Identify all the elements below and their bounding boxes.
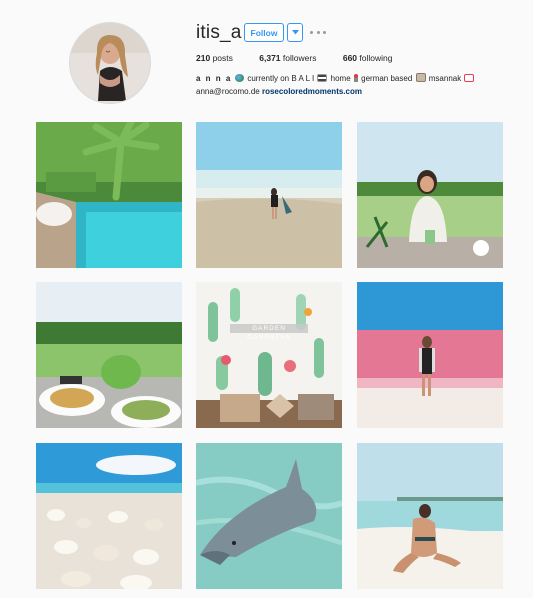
profile-full-name: a n n a bbox=[196, 74, 232, 83]
suggestions-dropdown-button[interactable] bbox=[287, 23, 303, 42]
followers-stat[interactable]: 6,371 followers bbox=[259, 53, 316, 63]
avatar-photo bbox=[70, 23, 150, 103]
post-tile-pink-lake[interactable] bbox=[357, 282, 503, 428]
flag-icon bbox=[317, 74, 328, 82]
bio-text-based: german based bbox=[361, 74, 413, 83]
post-tile-salad-coconut[interactable] bbox=[36, 282, 182, 428]
more-horizontal-icon bbox=[310, 30, 313, 34]
round-pushpin-icon bbox=[353, 74, 358, 82]
profile-stats: 210 posts 6,371 followers 660 following bbox=[196, 53, 416, 63]
post-image bbox=[196, 443, 342, 589]
post-image bbox=[357, 122, 503, 268]
post-tile-dolphin[interactable] bbox=[196, 443, 342, 589]
chevron-down-icon bbox=[291, 30, 299, 35]
profile-username: itis_a bbox=[196, 22, 242, 43]
globe-icon bbox=[235, 74, 245, 82]
id-card-icon bbox=[415, 73, 426, 82]
following-stat[interactable]: 660 following bbox=[343, 53, 393, 63]
bio-text-handle: msannak bbox=[428, 74, 462, 83]
post-image bbox=[357, 443, 503, 589]
post-image bbox=[36, 443, 182, 589]
post-tile-beach-walk[interactable] bbox=[196, 122, 342, 268]
profile-bio: a n n a currently on B A L I home german… bbox=[196, 72, 475, 98]
bio-line-1: a n n a currently on B A L I home german… bbox=[196, 72, 475, 85]
post-tile-garden-gangstas[interactable]: GARDEN GANGSTAS bbox=[196, 282, 342, 428]
bio-text-location: currently on B A L I bbox=[247, 74, 315, 83]
post-tile-shell-beach[interactable] bbox=[36, 443, 182, 589]
post-image bbox=[196, 122, 342, 268]
follow-button[interactable]: Follow bbox=[244, 23, 284, 42]
post-image bbox=[196, 282, 342, 428]
post-image bbox=[36, 282, 182, 428]
profile-website-link[interactable]: rosecoloredmoments.com bbox=[262, 87, 362, 96]
profile-avatar[interactable] bbox=[69, 22, 151, 104]
more-options-button[interactable] bbox=[310, 27, 326, 37]
post-image bbox=[36, 122, 182, 268]
posts-stat: 210 posts bbox=[196, 53, 233, 63]
bio-email: anna@rocomo.de bbox=[196, 87, 260, 96]
post-tile-sandbank[interactable] bbox=[357, 443, 503, 589]
post-tile-pool-villa[interactable] bbox=[36, 122, 182, 268]
profile-header: itis_a Follow 210 posts 6,371 followers … bbox=[0, 0, 533, 112]
bio-text-home: home bbox=[330, 74, 351, 83]
post-overlay-text: GARDEN GANGSTAS bbox=[230, 324, 308, 341]
envelope-heart-icon bbox=[464, 74, 475, 82]
post-tile-rice-field-cafe[interactable] bbox=[357, 122, 503, 268]
bio-line-2: anna@rocomo.de rosecoloredmoments.com bbox=[196, 85, 475, 98]
post-image bbox=[357, 282, 503, 428]
